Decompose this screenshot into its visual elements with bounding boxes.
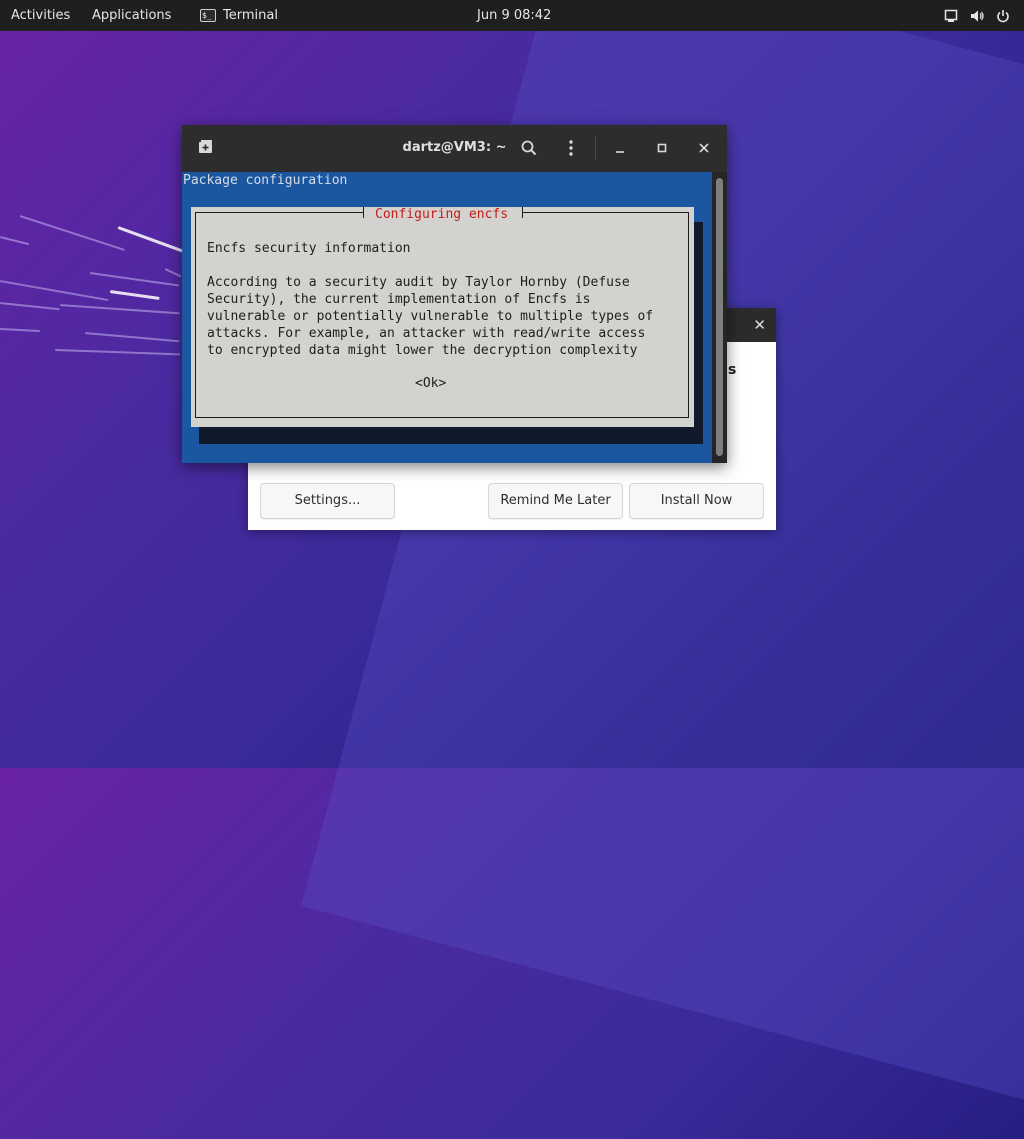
terminal-scrollbar[interactable]	[712, 172, 727, 463]
search-icon[interactable]	[518, 137, 540, 159]
dialog-text-line: attacks. For example, an attacker with r…	[207, 326, 646, 341]
applications-menu[interactable]: Applications	[92, 0, 171, 31]
dialog-title: Configuring encfs	[375, 207, 509, 222]
minimize-icon[interactable]	[609, 137, 631, 159]
active-app-label: Terminal	[223, 8, 278, 23]
terminal-window: dartz@VM3: ~ Package configuration Confi…	[182, 125, 727, 463]
close-icon[interactable]	[693, 137, 715, 159]
package-configuration-title: Package configuration	[183, 173, 348, 188]
top-bar: Activities Applications $_ Terminal Jun …	[0, 0, 1024, 31]
terminal-body[interactable]: Package configuration Configuring encfs …	[182, 172, 712, 463]
dialog-frame-tick-right	[522, 207, 523, 218]
header-separator	[595, 136, 596, 160]
terminal-title: dartz@VM3: ~	[402, 140, 507, 155]
network-icon	[944, 9, 958, 22]
dialog-text-line: to encrypted data might lower the decryp…	[207, 343, 638, 358]
close-icon[interactable]: ✕	[753, 316, 766, 334]
volume-icon	[971, 10, 984, 21]
ok-button[interactable]: <Ok>	[415, 375, 446, 392]
clock[interactable]: Jun 9 08:42	[477, 0, 551, 31]
menu-kebab-icon[interactable]	[560, 137, 582, 159]
dialog-frame-top-right	[522, 212, 689, 213]
terminal-header-bar: dartz@VM3: ~	[182, 125, 727, 172]
terminal-icon: $_	[200, 9, 216, 22]
dialog-text-line: vulnerable or potentially vulnerable to …	[207, 309, 654, 324]
activities-button[interactable]: Activities	[11, 0, 70, 31]
dialog-text-line: According to a security audit by Taylor …	[207, 275, 630, 290]
dialog-text-line: Security), the current implementation of…	[207, 292, 591, 307]
settings-button[interactable]: Settings...	[260, 483, 395, 519]
scrollbar-thumb[interactable]	[716, 178, 723, 456]
update-dialog-title-fragment: s	[728, 362, 737, 378]
new-tab-icon[interactable]	[198, 139, 214, 155]
power-icon	[997, 9, 1009, 22]
active-app-menu[interactable]: $_ Terminal	[200, 0, 278, 31]
maximize-icon[interactable]	[651, 137, 673, 159]
dialog-heading: Encfs security information	[207, 241, 411, 256]
install-now-button[interactable]: Install Now	[629, 483, 764, 519]
dialog-frame-tick-left	[363, 207, 364, 218]
system-status-area[interactable]	[944, 0, 1010, 31]
dialog-frame-top-left	[195, 212, 364, 213]
debconf-dialog: Configuring encfs Encfs security informa…	[191, 207, 694, 427]
remind-me-later-button[interactable]: Remind Me Later	[488, 483, 623, 519]
